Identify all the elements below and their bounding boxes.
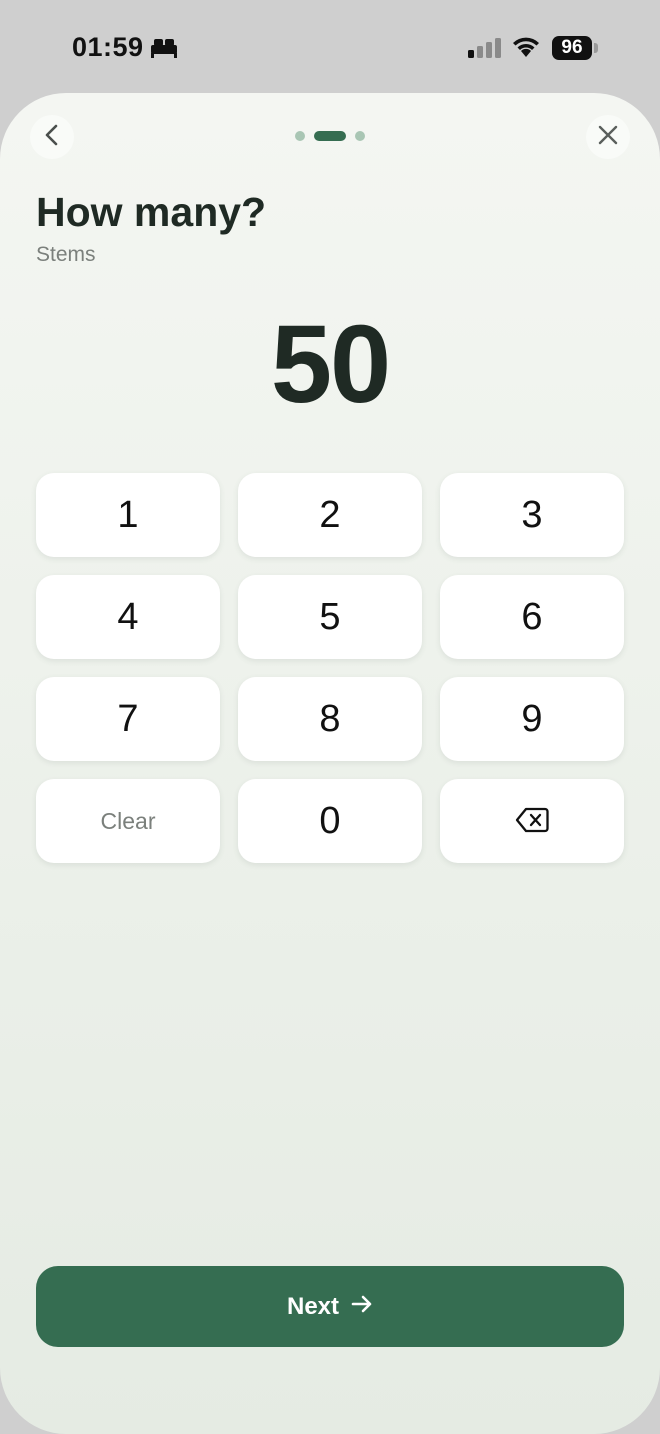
status-bar: 01:59 96: [0, 0, 660, 96]
battery-tip: [594, 43, 598, 53]
key-2[interactable]: 2: [238, 473, 422, 557]
battery-icon: 96: [552, 36, 592, 60]
key-6[interactable]: 6: [440, 575, 624, 659]
quantity-value: 50: [270, 303, 391, 426]
key-7[interactable]: 7: [36, 677, 220, 761]
next-button[interactable]: Next: [36, 1266, 624, 1347]
status-time: 01:59: [72, 32, 144, 62]
close-button[interactable]: [586, 115, 630, 159]
key-1[interactable]: 1: [36, 473, 220, 557]
page-title: How many?: [36, 189, 267, 235]
key-4[interactable]: 4: [36, 575, 220, 659]
step-dot: [295, 131, 305, 141]
close-icon: [597, 124, 619, 151]
arrow-right-icon: [351, 1293, 373, 1321]
key-3[interactable]: 3: [440, 473, 624, 557]
chevron-left-icon: [42, 123, 62, 152]
back-button[interactable]: [30, 115, 74, 159]
quantity-sheet: How many? Stems 50 1 2 3 4 5 6 7 8 9 Cle…: [0, 93, 660, 1434]
cellular-signal-icon: [468, 38, 502, 63]
next-button-label: Next: [286, 1292, 340, 1320]
step-indicator: [295, 131, 365, 141]
backspace-button[interactable]: [440, 779, 624, 863]
backspace-icon: [515, 800, 549, 843]
page-subtitle: Stems: [36, 243, 96, 266]
key-9[interactable]: 9: [440, 677, 624, 761]
key-0[interactable]: 0: [238, 779, 422, 863]
step-dot: [355, 131, 365, 141]
key-5[interactable]: 5: [238, 575, 422, 659]
number-keypad: 1 2 3 4 5 6 7 8 9 Clear 0: [36, 473, 624, 863]
key-8[interactable]: 8: [238, 677, 422, 761]
bed-icon: [150, 37, 178, 64]
clear-button[interactable]: Clear: [36, 779, 220, 863]
wifi-icon: [511, 35, 541, 64]
step-dot-active: [314, 131, 346, 141]
